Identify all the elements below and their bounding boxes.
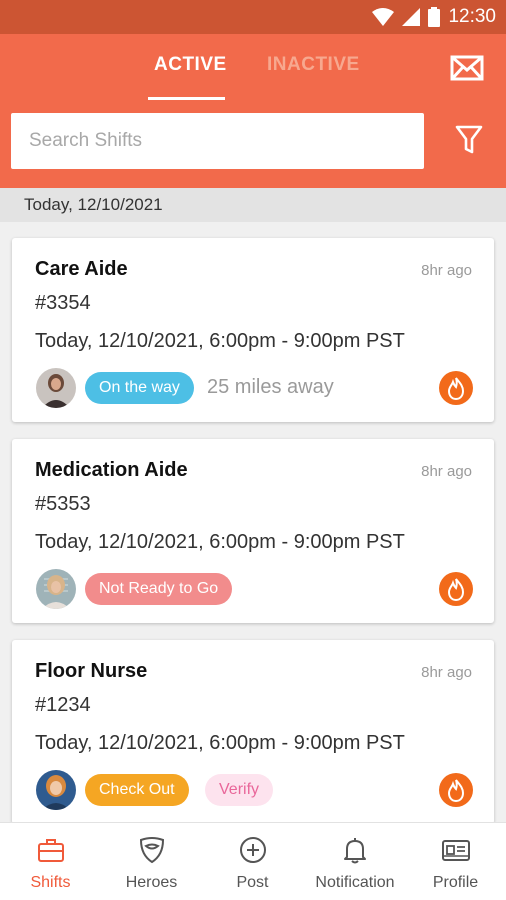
avatar <box>36 569 76 609</box>
shift-card[interactable]: Floor Nurse 8hr ago #1234 Today, 12/10/2… <box>12 640 494 824</box>
bell-icon <box>344 838 366 864</box>
shift-time-ago: 8hr ago <box>421 664 472 681</box>
avatar <box>36 368 76 408</box>
nav-label: Post <box>236 874 269 891</box>
status-badge: Not Ready to Go <box>85 573 233 605</box>
nav-label: Heroes <box>125 874 178 891</box>
shift-title: Medication Aide <box>35 459 188 481</box>
signal-icon <box>402 8 421 26</box>
nav-label: Shifts <box>30 874 71 891</box>
search-input[interactable]: Search Shifts <box>11 113 424 169</box>
nav-shifts[interactable]: Shifts <box>0 823 101 900</box>
plus-circle-icon <box>239 837 266 863</box>
date-header: Today, 12/10/2021 <box>0 188 506 222</box>
shift-time: Today, 12/10/2021, 6:00pm - 9:00pm PST <box>35 531 405 553</box>
verify-badge[interactable]: Verify <box>205 774 274 806</box>
avatar <box>36 770 76 810</box>
shift-time-ago: 8hr ago <box>421 262 472 279</box>
status-badge: On the way <box>85 372 194 404</box>
fire-icon <box>439 371 473 405</box>
status-bar: 12:30 <box>0 0 506 34</box>
nav-post[interactable]: Post <box>202 823 303 900</box>
shift-id: #3354 <box>35 292 91 314</box>
shield-icon <box>139 837 164 864</box>
nav-label: Profile <box>432 874 479 891</box>
nav-heroes[interactable]: Heroes <box>101 823 202 900</box>
fire-icon <box>439 773 473 807</box>
nav-profile[interactable]: Profile <box>405 823 506 900</box>
tabs: ACTIVE INACTIVE <box>0 34 506 102</box>
shift-title: Care Aide <box>35 258 128 280</box>
search-placeholder: Search Shifts <box>29 130 142 151</box>
shift-id: #5353 <box>35 493 91 515</box>
bottom-nav: Shifts Heroes Post Notification Profile <box>0 822 506 900</box>
id-card-icon <box>441 840 470 861</box>
shift-time: Today, 12/10/2021, 6:00pm - 9:00pm PST <box>35 330 405 352</box>
shift-time: Today, 12/10/2021, 6:00pm - 9:00pm PST <box>35 732 405 754</box>
status-badge: Check Out <box>85 774 189 806</box>
status-time: 12:30 <box>448 6 496 27</box>
nav-notification[interactable]: Notification <box>303 823 407 900</box>
date-header-label: Today, 12/10/2021 <box>24 195 163 214</box>
shift-time-ago: 8hr ago <box>421 463 472 480</box>
briefcase-icon <box>37 839 64 862</box>
shift-card[interactable]: Medication Aide 8hr ago #5353 Today, 12/… <box>12 439 494 623</box>
fire-icon <box>439 572 473 606</box>
distance-label: 25 miles away <box>207 376 334 398</box>
nav-label: Notification <box>315 874 395 891</box>
shift-id: #1234 <box>35 694 91 716</box>
app-header: ACTIVE INACTIVE Search Shifts <box>0 34 506 188</box>
tab-indicator <box>148 97 225 100</box>
shift-title: Floor Nurse <box>35 660 148 682</box>
wifi-icon <box>372 8 395 26</box>
battery-icon <box>428 7 441 27</box>
tab-active[interactable]: ACTIVE <box>154 54 227 76</box>
tab-inactive[interactable]: INACTIVE <box>267 54 360 76</box>
mail-icon[interactable] <box>450 54 484 82</box>
filter-icon[interactable] <box>455 125 483 155</box>
shift-card[interactable]: Care Aide 8hr ago #3354 Today, 12/10/202… <box>12 238 494 422</box>
